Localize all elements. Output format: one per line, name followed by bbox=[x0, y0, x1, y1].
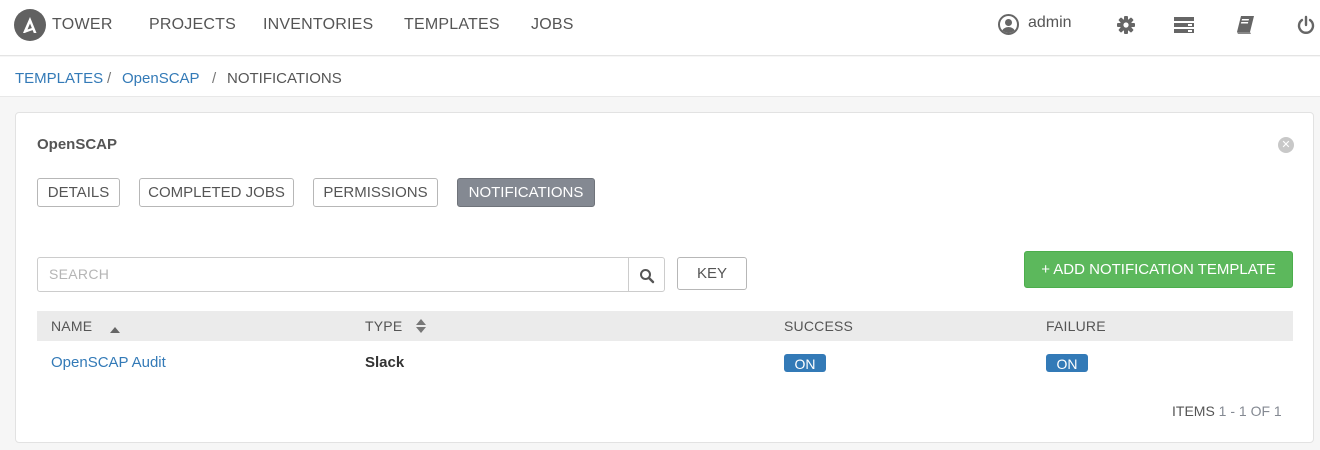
user-name-link[interactable]: admin bbox=[1028, 14, 1072, 32]
key-button[interactable]: KEY bbox=[677, 257, 747, 290]
breadcrumb-separator: / bbox=[107, 70, 112, 87]
tab-details[interactable]: DETAILS bbox=[37, 178, 120, 207]
nav-inventories[interactable]: INVENTORIES bbox=[263, 16, 373, 34]
breadcrumb-current: NOTIFICATIONS bbox=[227, 70, 342, 87]
items-count: ITEMS 1 - 1 OF 1 bbox=[1172, 403, 1282, 419]
add-notification-template-button[interactable]: + ADD NOTIFICATION TEMPLATE bbox=[1024, 251, 1293, 288]
items-label: ITEMS bbox=[1172, 403, 1215, 419]
panel-title: OpenSCAP bbox=[37, 136, 118, 153]
success-toggle[interactable]: ON bbox=[784, 354, 826, 372]
sort-ascending-icon[interactable] bbox=[110, 320, 120, 338]
book-icon[interactable] bbox=[1235, 15, 1255, 40]
sort-icon[interactable] bbox=[416, 319, 426, 338]
gear-icon[interactable] bbox=[1116, 15, 1136, 40]
top-navbar: TOWER PROJECTS INVENTORIES TEMPLATES JOB… bbox=[0, 0, 1320, 56]
search-button[interactable] bbox=[628, 257, 665, 292]
nav-jobs[interactable]: JOBS bbox=[531, 16, 574, 34]
notification-type: Slack bbox=[365, 354, 405, 371]
template-panel: OpenSCAP ✕ DETAILS COMPLETED JOBS PERMIS… bbox=[15, 112, 1314, 443]
breadcrumb-separator: / bbox=[212, 70, 217, 87]
items-range: 1 - 1 OF 1 bbox=[1218, 403, 1282, 419]
tab-notifications[interactable]: NOTIFICATIONS bbox=[457, 178, 595, 207]
close-icon[interactable]: ✕ bbox=[1278, 137, 1294, 153]
failure-toggle[interactable]: ON bbox=[1046, 354, 1088, 372]
user-icon[interactable] bbox=[998, 14, 1019, 35]
table-header: NAME TYPE SUCCESS FAILURE bbox=[37, 311, 1293, 341]
column-type-header[interactable]: TYPE bbox=[365, 318, 402, 334]
breadcrumb: TEMPLATES / OpenSCAP / NOTIFICATIONS bbox=[0, 57, 1320, 97]
power-icon[interactable] bbox=[1296, 15, 1316, 40]
ansible-logo-icon[interactable] bbox=[14, 9, 46, 41]
column-success-header: SUCCESS bbox=[784, 318, 854, 334]
nav-templates[interactable]: TEMPLATES bbox=[404, 16, 500, 34]
column-failure-header: FAILURE bbox=[1046, 318, 1106, 334]
nav-projects[interactable]: PROJECTS bbox=[149, 16, 236, 34]
tab-permissions[interactable]: PERMISSIONS bbox=[313, 178, 438, 207]
breadcrumb-openscap[interactable]: OpenSCAP bbox=[122, 70, 200, 87]
column-name-header[interactable]: NAME bbox=[51, 318, 92, 334]
breadcrumb-templates[interactable]: TEMPLATES bbox=[15, 70, 103, 87]
tab-completed-jobs[interactable]: COMPLETED JOBS bbox=[139, 178, 294, 207]
server-icon[interactable] bbox=[1173, 16, 1195, 39]
search-input[interactable]: SEARCH bbox=[37, 257, 629, 292]
brand-name[interactable]: TOWER bbox=[52, 16, 113, 34]
notification-name-link[interactable]: OpenSCAP Audit bbox=[51, 354, 166, 371]
